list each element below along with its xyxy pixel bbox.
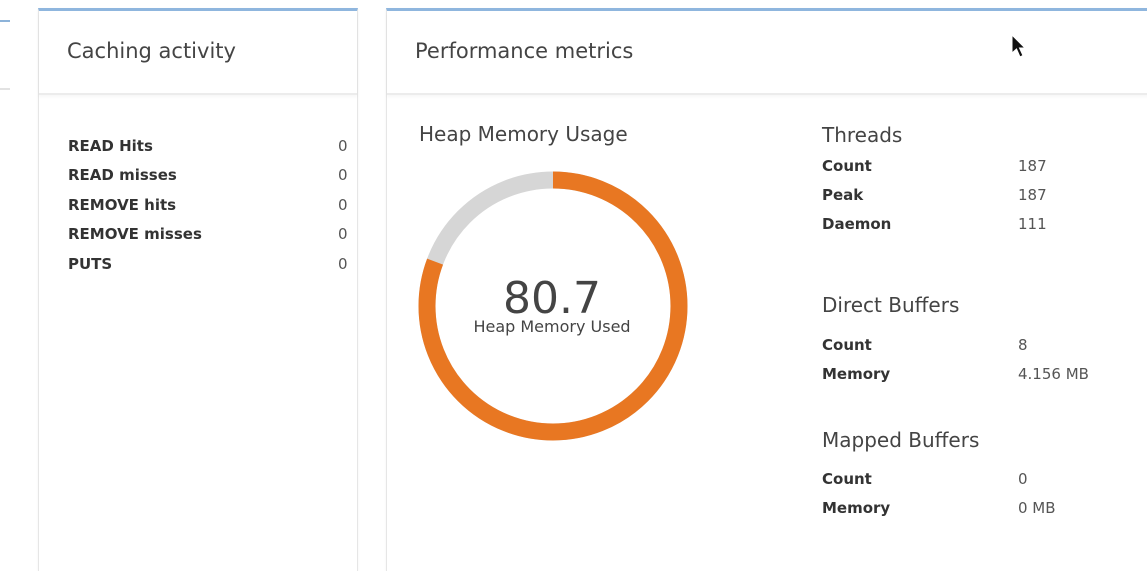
performance-metrics-panel: Performance metrics Heap Memory Usage 8 0… <box>386 8 1147 571</box>
metric-label: Peak <box>822 186 864 204</box>
caching-activity-header: Caching activity <box>39 11 357 95</box>
caching-stat-label: REMOVE misses <box>68 225 202 244</box>
direct-buffers-count-row: Count 8 <box>822 334 1142 356</box>
caching-stat-value: 0 <box>338 136 348 155</box>
metric-label: Count <box>822 336 872 354</box>
direct-buffers-title: Direct Buffers <box>822 293 960 317</box>
caching-stat-row: READ Hits 0 <box>68 131 358 161</box>
caching-stat-row: REMOVE hits 0 <box>68 190 358 220</box>
direct-buffers-memory-row: Memory 4.156 MB <box>822 363 1142 385</box>
threads-peak-row: Peak 187 <box>822 184 1142 206</box>
caching-stat-row: READ misses 0 <box>68 161 358 191</box>
mapped-buffers-count-row: Count 0 <box>822 468 1142 490</box>
caching-stat-value: 0 <box>338 166 348 185</box>
caching-stat-label: READ Hits <box>68 136 153 155</box>
threads-title: Threads <box>822 123 903 147</box>
threads-daemon-row: Daemon 111 <box>822 213 1142 235</box>
mapped-buffers-memory-row: Memory 0 MB <box>822 497 1142 519</box>
performance-metrics-header: Performance metrics <box>387 11 1147 95</box>
metric-value: 0 <box>1018 470 1028 488</box>
metric-value: 0 MB <box>1018 499 1056 517</box>
caching-stats-list: READ Hits 0 READ misses 0 REMOVE hits 0 … <box>68 131 358 279</box>
metric-value: 187 <box>1018 157 1047 175</box>
heap-memory-usage-title: Heap Memory Usage <box>419 122 628 146</box>
performance-metrics-title: Performance metrics <box>415 39 634 63</box>
metric-value: 4.156 MB <box>1018 365 1089 383</box>
caching-stat-row: PUTS 0 <box>68 249 358 279</box>
mouse-pointer-icon <box>1011 34 1027 58</box>
caching-stat-value: 0 <box>338 225 348 244</box>
caching-stat-label: PUTS <box>68 254 113 273</box>
caching-stat-value: 0 <box>338 195 348 214</box>
metric-label: Memory <box>822 499 891 517</box>
metric-label: Count <box>822 157 872 175</box>
caching-stat-label: READ misses <box>68 166 177 185</box>
threads-count-row: Count 187 <box>822 155 1142 177</box>
caching-stat-row: REMOVE misses 0 <box>68 220 358 250</box>
metric-value: 8 <box>1018 336 1028 354</box>
heap-memory-caption: Heap Memory Used <box>473 317 631 336</box>
metric-label: Count <box>822 470 872 488</box>
caching-stat-value: 0 <box>338 254 348 273</box>
caching-activity-title: Caching activity <box>67 39 236 63</box>
caching-stat-label: REMOVE hits <box>68 195 177 214</box>
metric-value: 111 <box>1018 215 1047 233</box>
left-panel-edge-divider <box>0 88 10 90</box>
caching-activity-panel: Caching activity READ Hits 0 READ misses… <box>38 8 358 571</box>
mapped-buffers-title: Mapped Buffers <box>822 428 980 452</box>
metric-value: 187 <box>1018 186 1047 204</box>
metric-label: Daemon <box>822 215 892 233</box>
left-panel-edge-accent <box>0 20 10 22</box>
metric-label: Memory <box>822 365 891 383</box>
